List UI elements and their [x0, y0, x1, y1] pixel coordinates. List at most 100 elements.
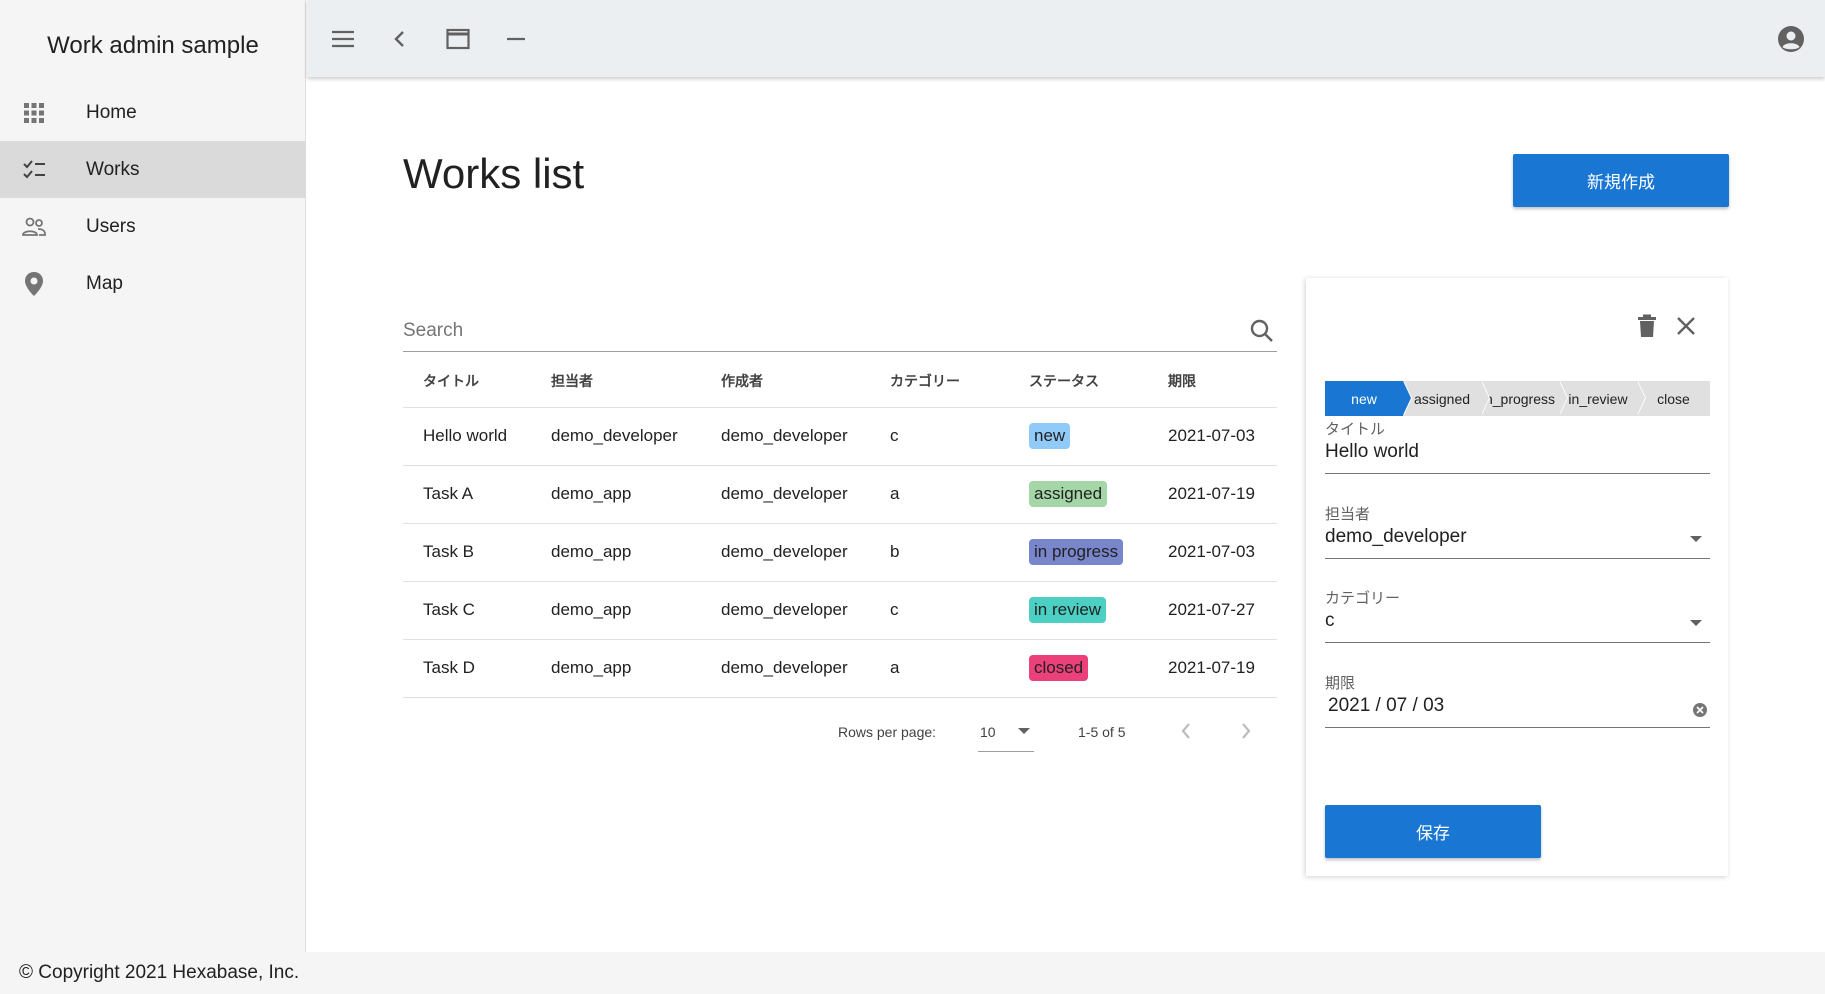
- apps-grid-icon: [22, 101, 46, 125]
- cell-assignee: demo_app: [531, 581, 701, 640]
- sidebar-item-label: Users: [86, 215, 136, 237]
- cell-category: c: [870, 407, 1009, 466]
- table-row[interactable]: Hello world demo_developer demo_develope…: [403, 407, 1277, 466]
- minimize-icon[interactable]: [501, 24, 531, 54]
- cell-title: Hello world: [403, 407, 531, 466]
- cell-status: assigned: [1009, 465, 1148, 524]
- rows-per-page-label: Rows per page:: [838, 724, 937, 740]
- sidebar-item-map[interactable]: Map: [0, 255, 306, 312]
- title-field-value[interactable]: Hello world: [1325, 441, 1419, 463]
- title-field-label: タイトル: [1325, 421, 1386, 438]
- column-header-status[interactable]: ステータス: [1009, 355, 1148, 408]
- status-badge: closed: [1029, 655, 1089, 681]
- table-row[interactable]: Task B demo_app demo_developer b in prog…: [403, 523, 1277, 582]
- cell-status: new: [1009, 407, 1148, 466]
- title-field[interactable]: タイトル Hello world: [1325, 418, 1710, 474]
- deadline-field[interactable]: 期限 2021 / 07 / 03: [1325, 672, 1710, 728]
- cell-deadline: 2021-07-03: [1148, 523, 1277, 582]
- cell-assignee: demo_app: [531, 523, 701, 582]
- account-circle-icon[interactable]: [1776, 24, 1806, 54]
- map-pin-icon: [22, 271, 46, 296]
- sidebar-item-home[interactable]: Home: [0, 84, 306, 141]
- chevron-left-icon[interactable]: [385, 24, 415, 54]
- cell-creator: demo_developer: [701, 581, 870, 640]
- page-title: Works list: [403, 150, 585, 197]
- category-field-value: c: [1325, 610, 1335, 631]
- cell-category: c: [870, 581, 1009, 640]
- cell-assignee: demo_app: [531, 639, 701, 698]
- search-icon[interactable]: [1249, 318, 1275, 344]
- pagination-range: 1-5 of 5: [1078, 724, 1126, 740]
- sidebar-item-label: Home: [86, 101, 137, 123]
- cell-title: Task C: [403, 581, 531, 640]
- assignee-select[interactable]: 担当者 demo_developer: [1325, 503, 1710, 559]
- column-header-title[interactable]: タイトル: [403, 355, 531, 408]
- sidebar-item-works[interactable]: Works: [0, 141, 306, 198]
- category-select[interactable]: カテゴリー c: [1325, 587, 1710, 643]
- assignee-field-label: 担当者: [1325, 506, 1371, 523]
- search-input[interactable]: Search: [403, 320, 463, 342]
- cell-status: in review: [1009, 581, 1148, 640]
- column-header-assignee[interactable]: 担当者: [531, 355, 701, 408]
- status-badge: in progress: [1029, 539, 1124, 565]
- sidebar-nav: Home Works Users Map: [0, 84, 306, 312]
- cell-assignee: demo_app: [531, 465, 701, 524]
- top-bar: [307, 0, 1825, 77]
- column-header-creator[interactable]: 作成者: [701, 355, 870, 408]
- table-row[interactable]: Task C demo_app demo_developer c in revi…: [403, 581, 1277, 640]
- table-row[interactable]: Task D demo_app demo_developer a closed …: [403, 639, 1277, 698]
- cell-deadline: 2021-07-19: [1148, 639, 1277, 698]
- footer: © Copyright 2021 Hexabase, Inc.: [0, 952, 1825, 994]
- save-button[interactable]: 保存: [1325, 805, 1541, 858]
- copyright-text: © Copyright 2021 Hexabase, Inc.: [19, 962, 300, 983]
- new-work-button[interactable]: 新規作成: [1513, 154, 1729, 207]
- step-assigned[interactable]: assigned: [1403, 381, 1490, 416]
- column-header-category[interactable]: カテゴリー: [870, 355, 1009, 408]
- cell-assignee: demo_developer: [531, 407, 701, 466]
- cell-category: a: [870, 465, 1009, 524]
- step-new[interactable]: new: [1325, 381, 1412, 416]
- sidebar: Work admin sample Home Works Users Map: [0, 0, 306, 952]
- rows-per-page-select[interactable]: 10: [978, 716, 1034, 752]
- status-badge: new: [1029, 423, 1071, 449]
- sidebar-item-users[interactable]: Users: [0, 198, 306, 255]
- works-table: タイトル 担当者 作成者 カテゴリー ステータス 期限 Hello world …: [403, 355, 1277, 698]
- menu-icon[interactable]: [328, 24, 358, 54]
- table-header-row: タイトル 担当者 作成者 カテゴリー ステータス 期限: [403, 355, 1277, 408]
- status-badge: assigned: [1029, 481, 1108, 507]
- search-field[interactable]: Search: [403, 312, 1277, 352]
- step-in-progress[interactable]: n_progress: [1481, 381, 1568, 416]
- work-detail-panel: new assigned n_progress in_review close …: [1306, 278, 1728, 876]
- cell-status: closed: [1009, 639, 1148, 698]
- cell-title: Task D: [403, 639, 531, 698]
- status-stepper: new assigned n_progress in_review close: [1325, 381, 1710, 416]
- cell-creator: demo_developer: [701, 523, 870, 582]
- cell-title: Task A: [403, 465, 531, 524]
- cell-title: Task B: [403, 523, 531, 582]
- cell-status: in progress: [1009, 523, 1148, 582]
- sidebar-item-label: Works: [86, 158, 140, 180]
- close-icon[interactable]: [1672, 312, 1700, 340]
- people-icon: [22, 215, 46, 239]
- cell-creator: demo_developer: [701, 465, 870, 524]
- clear-icon[interactable]: [1692, 702, 1708, 718]
- pagination: Rows per page: 10 1-5 of 5: [403, 700, 1277, 760]
- assignee-field-value: demo_developer: [1325, 526, 1467, 547]
- column-header-deadline[interactable]: 期限: [1148, 355, 1277, 408]
- previous-page-button[interactable]: [1171, 716, 1201, 746]
- window-maximize-icon[interactable]: [443, 24, 473, 54]
- step-close[interactable]: close: [1637, 381, 1710, 416]
- caret-down-icon: [1690, 620, 1702, 626]
- cell-category: a: [870, 639, 1009, 698]
- deadline-field-value[interactable]: 2021 / 07 / 03: [1328, 695, 1444, 717]
- step-in-review[interactable]: in_review: [1559, 381, 1646, 416]
- checklist-icon: [22, 158, 46, 182]
- app-title: Work admin sample: [47, 32, 259, 59]
- table-row[interactable]: Task A demo_app demo_developer a assigne…: [403, 465, 1277, 524]
- caret-down-icon: [1690, 536, 1702, 542]
- next-page-button[interactable]: [1231, 716, 1261, 746]
- caret-down-icon: [1018, 728, 1030, 734]
- category-field-label: カテゴリー: [1325, 590, 1401, 607]
- cell-deadline: 2021-07-27: [1148, 581, 1277, 640]
- delete-icon[interactable]: [1633, 312, 1661, 340]
